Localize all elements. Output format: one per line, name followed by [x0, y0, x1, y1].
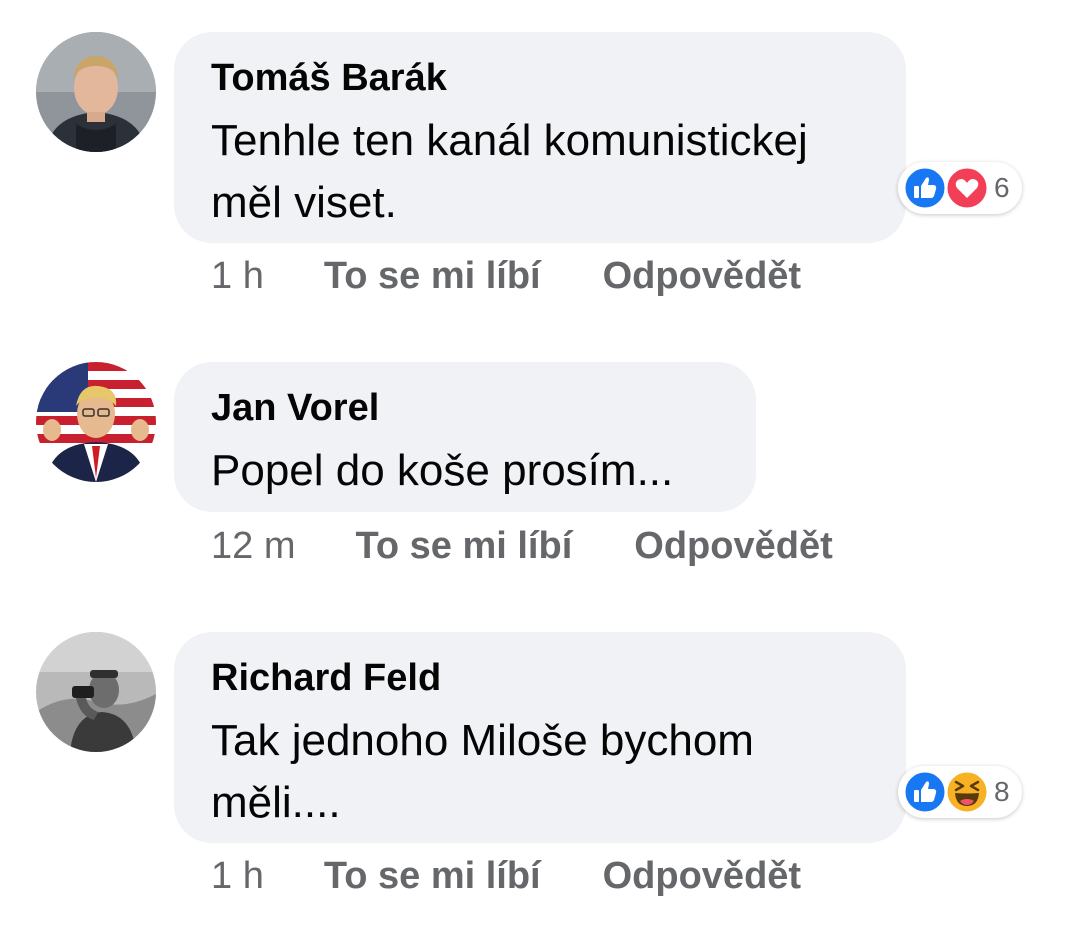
reply-button[interactable]: Odpovědět	[634, 525, 832, 568]
like-icon	[902, 769, 948, 815]
like-icon	[902, 165, 948, 211]
reactions-summary[interactable]: 6	[898, 162, 1022, 214]
comment-author[interactable]: Jan Vorel	[211, 386, 720, 430]
avatar[interactable]	[36, 632, 156, 752]
avatar[interactable]	[36, 32, 156, 152]
avatar-photo-icon	[36, 362, 156, 482]
reaction-count: 6	[994, 172, 1010, 203]
comment-author[interactable]: Tomáš Barák	[211, 56, 870, 100]
love-icon	[944, 165, 990, 211]
comment-text: Tak jednoho Miloše bychom měli....	[211, 716, 754, 827]
avatar-photo-icon	[36, 632, 156, 752]
reaction-count: 8	[994, 776, 1010, 807]
avatar[interactable]	[36, 362, 156, 482]
reply-button[interactable]: Odpovědět	[603, 255, 801, 298]
comment-text: Tenhle ten kanál komunistickej měl viset…	[211, 116, 808, 227]
comment-text: Popel do koše prosím...	[211, 446, 674, 495]
avatar-photo-icon	[36, 32, 156, 152]
like-button[interactable]: To se mi líbí	[355, 525, 572, 568]
comment-timestamp[interactable]: 1 h	[211, 255, 264, 298]
comment-timestamp[interactable]: 12 m	[211, 525, 295, 568]
comment-actions: 1 h To se mi líbí Odpovědět	[211, 252, 801, 300]
haha-icon	[944, 769, 990, 815]
comment-actions: 12 m To se mi líbí Odpovědět	[211, 522, 833, 570]
comment-thread: Tomáš Barák Tenhle ten kanál komunistick…	[0, 0, 1080, 932]
comment-timestamp[interactable]: 1 h	[211, 855, 264, 898]
comment-actions: 1 h To se mi líbí Odpovědět	[211, 852, 801, 900]
reactions-summary[interactable]: 8	[898, 766, 1022, 818]
like-button[interactable]: To se mi líbí	[324, 855, 541, 898]
comment-author[interactable]: Richard Feld	[211, 656, 870, 700]
reply-button[interactable]: Odpovědět	[603, 855, 801, 898]
comment-bubble: Jan Vorel Popel do koše prosím...	[174, 362, 756, 512]
like-button[interactable]: To se mi líbí	[324, 255, 541, 298]
comment-bubble: Richard Feld Tak jednoho Miloše bychom m…	[174, 632, 906, 843]
comment-bubble: Tomáš Barák Tenhle ten kanál komunistick…	[174, 32, 906, 243]
